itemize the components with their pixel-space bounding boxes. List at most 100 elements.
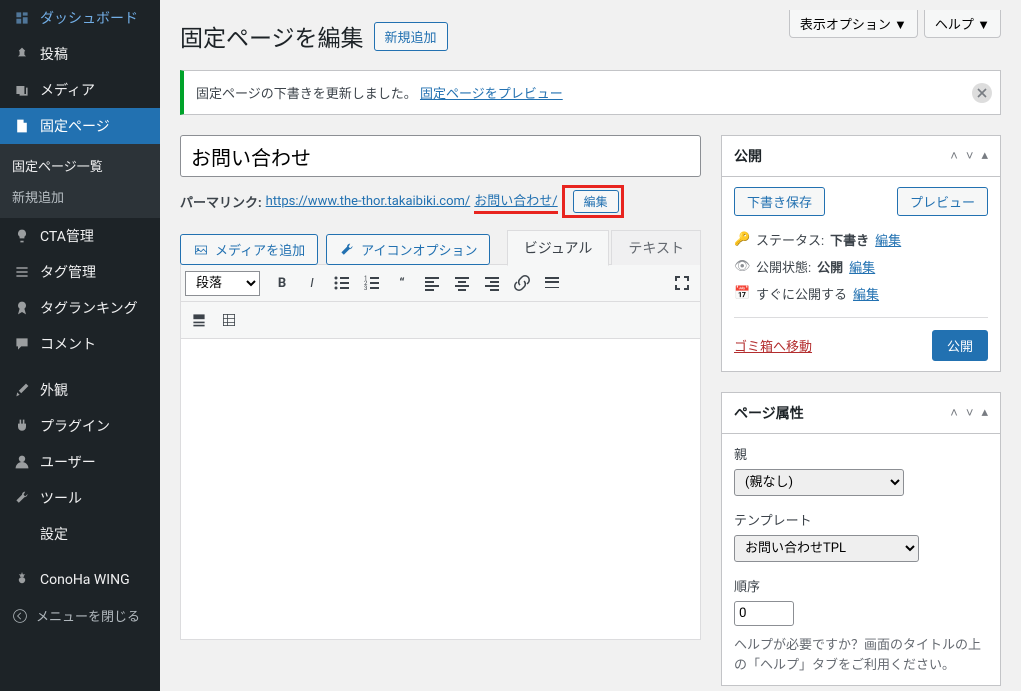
toggle-icon[interactable]: ▴ xyxy=(981,405,988,421)
close-icon xyxy=(974,85,990,101)
main-content: 表示オプション ▼ ヘルプ ▼ 固定ページを編集 新規追加 固定ページの下書きを… xyxy=(160,0,1021,691)
order-input[interactable] xyxy=(734,601,794,626)
number-list-button[interactable]: 123 xyxy=(358,269,386,297)
publish-button[interactable]: 公開 xyxy=(932,330,988,361)
bulb-icon xyxy=(12,226,32,246)
menu-label: ユーザー xyxy=(40,452,96,472)
menu-appearance[interactable]: 外観 xyxy=(0,372,160,408)
menu-label: ツール xyxy=(40,488,82,508)
more-button[interactable] xyxy=(538,269,566,297)
status-label: ステータス: xyxy=(756,230,824,249)
edit-visibility-link[interactable]: 編集 xyxy=(849,257,875,276)
editor-toolbar-2 xyxy=(181,302,700,339)
title-input[interactable] xyxy=(180,135,701,177)
edit-status-link[interactable]: 編集 xyxy=(875,230,901,249)
icon-option-button[interactable]: アイコンオプション xyxy=(326,234,490,265)
plug-icon xyxy=(12,416,32,436)
comment-icon xyxy=(12,334,32,354)
visibility-value: 公開 xyxy=(817,257,843,276)
fullscreen-button[interactable] xyxy=(668,269,696,297)
submenu-pages-new[interactable]: 新規追加 xyxy=(0,181,160,212)
pages-submenu: 固定ページ一覧 新規追加 xyxy=(0,144,160,218)
notice-text: 固定ページの下書きを更新しました。 xyxy=(196,87,417,102)
menu-users[interactable]: ユーザー xyxy=(0,444,160,480)
dashboard-icon xyxy=(12,8,32,28)
permalink-base[interactable]: https://www.the-thor.takaibiki.com/ xyxy=(266,194,471,209)
menu-tools[interactable]: ツール xyxy=(0,480,160,516)
add-new-button[interactable]: 新規追加 xyxy=(374,22,448,51)
admin-sidebar: ダッシュボード 投稿 メディア 固定ページ 固定ページ一覧 新規追加 CTA管理… xyxy=(0,0,160,691)
align-left-button[interactable] xyxy=(418,269,446,297)
attributes-help-text: ヘルプが必要ですか？画面のタイトルの上の「ヘルプ」タブをご利用ください。 xyxy=(734,636,988,675)
calendar-icon: 📅 xyxy=(734,286,750,301)
menu-pages[interactable]: 固定ページ xyxy=(0,108,160,144)
help-button[interactable]: ヘルプ ▼ xyxy=(924,10,1001,38)
menu-label: 外観 xyxy=(40,380,68,400)
dismiss-notice-button[interactable] xyxy=(972,83,992,103)
status-value: 下書き xyxy=(830,230,869,249)
tab-visual[interactable]: ビジュアル xyxy=(507,230,610,266)
edit-schedule-link[interactable]: 編集 xyxy=(853,284,879,303)
bold-button[interactable]: B xyxy=(268,269,296,297)
menu-label: CTA管理 xyxy=(40,226,94,246)
menu-cta[interactable]: CTA管理 xyxy=(0,218,160,254)
italic-button[interactable]: I xyxy=(298,269,326,297)
table-button[interactable] xyxy=(215,306,243,334)
menu-tag-ranking[interactable]: タグランキング xyxy=(0,290,160,326)
move-down-icon[interactable]: ˅ xyxy=(966,148,974,164)
link-button[interactable] xyxy=(508,269,536,297)
move-up-icon[interactable]: ˄ xyxy=(950,148,958,164)
editor-column: パーマリンク: https://www.the-thor.takaibiki.c… xyxy=(180,135,701,640)
menu-tags[interactable]: タグ管理 xyxy=(0,254,160,290)
move-down-icon[interactable]: ˅ xyxy=(966,405,974,421)
menu-label: コメント xyxy=(40,334,96,354)
bullet-list-button[interactable] xyxy=(328,269,356,297)
visibility-label: 公開状態: xyxy=(756,257,811,276)
success-notice: 固定ページの下書きを更新しました。 固定ページをプレビュー xyxy=(180,70,1001,115)
screen-options-button[interactable]: 表示オプション ▼ xyxy=(789,10,918,38)
save-draft-button[interactable]: 下書き保存 xyxy=(734,187,825,216)
align-right-button[interactable] xyxy=(478,269,506,297)
edit-permalink-button[interactable]: 編集 xyxy=(573,190,619,213)
move-up-icon[interactable]: ˄ xyxy=(950,405,958,421)
ol-icon: 123 xyxy=(362,273,382,293)
trash-link[interactable]: ゴミ箱へ移動 xyxy=(734,336,812,355)
toolbar-toggle-button[interactable] xyxy=(185,306,213,334)
permalink-slug[interactable]: お問い合わせ/ xyxy=(474,190,557,214)
menu-posts[interactable]: 投稿 xyxy=(0,36,160,72)
format-select[interactable]: 段落 xyxy=(185,271,260,296)
collapse-menu[interactable]: メニューを閉じる xyxy=(0,598,160,633)
menu-settings[interactable]: 設定 xyxy=(0,516,160,552)
align-center-button[interactable] xyxy=(448,269,476,297)
parent-select[interactable]: (親なし) xyxy=(734,469,904,496)
add-media-button[interactable]: メディアを追加 xyxy=(180,234,318,265)
kitchen-sink-icon xyxy=(191,312,207,328)
editor-body[interactable] xyxy=(181,339,700,639)
template-label: テンプレート xyxy=(734,510,988,529)
award-icon xyxy=(12,298,32,318)
template-select[interactable]: お問い合わせTPL xyxy=(734,535,919,562)
submenu-pages-list[interactable]: 固定ページ一覧 xyxy=(0,150,160,181)
preview-button[interactable]: プレビュー xyxy=(897,187,988,216)
menu-plugins[interactable]: プラグイン xyxy=(0,408,160,444)
quote-button[interactable]: “ xyxy=(388,269,416,297)
tab-text[interactable]: テキスト xyxy=(611,230,701,265)
publish-box: 公開 ˄˅▴ 下書き保存 プレビュー 🔑ステータス: 下書き 編集 👁公開状態:… xyxy=(721,135,1001,372)
menu-label: 投稿 xyxy=(40,44,68,64)
menu-dashboard[interactable]: ダッシュボード xyxy=(0,0,160,36)
menu-media[interactable]: メディア xyxy=(0,72,160,108)
menu-comments[interactable]: コメント xyxy=(0,326,160,362)
list-icon xyxy=(12,262,32,282)
page-icon xyxy=(12,116,32,136)
screen-meta-links: 表示オプション ▼ ヘルプ ▼ xyxy=(789,10,1001,38)
menu-conoha[interactable]: ConoHa WING xyxy=(0,562,160,598)
brush-icon xyxy=(12,380,32,400)
notice-preview-link[interactable]: 固定ページをプレビュー xyxy=(420,87,563,102)
link-icon xyxy=(512,273,532,293)
ul-icon xyxy=(332,273,352,293)
schedule-label: すぐに公開する xyxy=(756,284,847,303)
align-left-icon xyxy=(422,273,442,293)
toggle-icon[interactable]: ▴ xyxy=(981,148,988,164)
page-attributes-box: ページ属性 ˄˅▴ 親 (親なし) テンプレート お問い合わせTPL 順序 ヘル… xyxy=(721,392,1001,686)
key-icon: 🔑 xyxy=(734,232,750,247)
